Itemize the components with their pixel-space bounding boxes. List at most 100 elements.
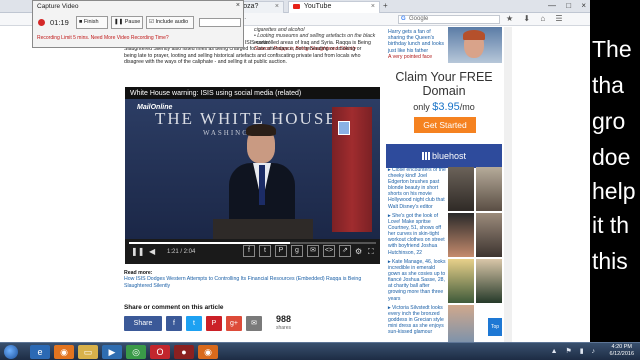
share-count: 988	[276, 314, 292, 324]
player-popout-icon[interactable]: ⇗	[339, 245, 351, 257]
minimize-button[interactable]: —	[548, 1, 556, 10]
close-window-button[interactable]: ×	[581, 1, 586, 10]
player-time: 1:21 / 2:04	[167, 249, 196, 255]
mailonline-logo: MailOnline	[137, 104, 173, 111]
player-google-icon[interactable]: g	[291, 245, 303, 257]
pause-button[interactable]: ❚❚ Pause	[111, 16, 143, 29]
capture-close-button[interactable]: ×	[236, 2, 240, 9]
overlay-text-panel: The tha gro doe help it th this	[590, 0, 640, 342]
right-column: Harry gets a fan of sharing the Queen's …	[386, 27, 502, 349]
pinterest-icon[interactable]: P	[206, 316, 222, 331]
media-icon[interactable]: ▶	[102, 345, 122, 359]
page-scrollbar[interactable]	[504, 27, 512, 342]
list-item-image[interactable]	[448, 213, 474, 257]
list-item-image[interactable]	[476, 213, 502, 257]
video-icon[interactable]: ●	[174, 345, 194, 359]
overlay-word: The	[592, 36, 632, 62]
tab-close-icon[interactable]: ×	[275, 3, 279, 10]
progress-bar[interactable]	[129, 242, 376, 244]
list-item-headline: She's got the look of Love! Make spritse…	[388, 213, 445, 256]
list-item-image[interactable]	[448, 167, 474, 211]
overlay-word: help	[592, 178, 636, 204]
taskbar: e ◉ ▭ ▶ ◎ O ● ◉ ▲ ⚑ ▮ ♪ 4:20 PM 6/12/201…	[0, 342, 640, 360]
include-audio-checkbox[interactable]: ☑ Include audio	[146, 16, 194, 29]
top-story-image[interactable]	[448, 27, 502, 63]
list-item-image[interactable]	[448, 259, 474, 303]
list-item-text: ▸ Kate Manage, 46, looks incredible in e…	[388, 259, 446, 302]
read-more-link[interactable]: How ISIS Dodges Western Attempts to Cont…	[124, 276, 361, 288]
player-facebook-icon[interactable]: f	[243, 245, 255, 257]
capture-video-window: Capture Video × 01:19 ■ Finish ❚❚ Pause …	[32, 0, 244, 48]
maximize-button[interactable]: □	[566, 1, 571, 10]
top-story[interactable]: Harry gets a fan of sharing the Queen's …	[386, 27, 502, 63]
finish-button[interactable]: ■ Finish	[76, 16, 108, 29]
recording-limit-link[interactable]: Recording Limit 5 mins. Need More Video …	[37, 35, 169, 41]
get-started-button[interactable]: Get Started	[414, 117, 476, 133]
video-player[interactable]: White House warning: ISIS using social m…	[125, 87, 380, 264]
overlay-word: tha	[592, 72, 624, 98]
google-plus-icon[interactable]: g+	[226, 316, 242, 331]
back-to-top-button[interactable]: Top	[488, 318, 502, 336]
video-frame[interactable]: MailOnline THE WHITE HOUSE WASHINGTON	[125, 99, 380, 241]
read-more: Read more: How ISIS Dodges Western Attem…	[124, 270, 378, 289]
clock-time: 4:20 PM	[611, 344, 632, 350]
clock-date: 6/12/2016	[609, 351, 634, 357]
list-item-headline: Victoria Silvstedt looks every inch the …	[388, 305, 444, 336]
overlay-word: this	[592, 248, 628, 274]
list-item[interactable]: ▸ Close encounters of the cheeky kind! J…	[386, 167, 502, 211]
player-pinterest-icon[interactable]: P	[275, 245, 287, 257]
facebook-icon[interactable]: f	[166, 316, 182, 331]
toolbar-icons[interactable]: ★ ⬇ ⌂ ☰	[506, 14, 567, 23]
list-item[interactable]: ▸ She's got the look of Love! Make sprit…	[386, 213, 502, 257]
clock[interactable]: 4:20 PM 6/12/2016	[610, 344, 634, 358]
overlay-word: gro	[592, 108, 626, 134]
video-title: White House warning: ISIS using social m…	[130, 90, 302, 97]
player-embed-icon[interactable]: <>	[323, 245, 335, 257]
email-icon[interactable]: ✉	[246, 316, 262, 331]
finish-label: Finish	[83, 19, 99, 25]
fullscreen-icon[interactable]: ⛶	[368, 247, 374, 257]
tab-label: YouTube	[303, 3, 332, 10]
google-icon: G	[401, 16, 406, 22]
ad-price-value: $3.95	[432, 101, 460, 113]
tab-youtube[interactable]: YouTube ×	[288, 1, 380, 13]
brand-name: bluehost	[432, 151, 467, 161]
window-controls: — □ ×	[540, 1, 586, 10]
settings-icon[interactable]: ⚙	[355, 247, 362, 256]
list-item-image[interactable]	[476, 259, 502, 303]
list-item-image[interactable]	[476, 167, 502, 211]
seal-icon	[338, 121, 350, 135]
capture-controls: 01:19 ■ Finish ❚❚ Pause ☑ Include audio	[36, 16, 241, 30]
chrome-icon[interactable]: ◎	[126, 345, 146, 359]
top-story-text: Harry gets a fan of sharing the Queen's …	[388, 29, 446, 60]
facebook-share-button[interactable]: Share	[124, 316, 162, 331]
list-item-text: ▸ Victoria Silvstedt looks every inch th…	[388, 305, 446, 335]
ad-price-suffix: /mo	[459, 102, 475, 112]
podium	[213, 219, 313, 241]
volume-icon[interactable]: ◀	[149, 247, 155, 256]
player-email-icon[interactable]: ✉	[307, 245, 319, 257]
search-placeholder: Google	[409, 16, 429, 22]
capture-title: Capture Video	[37, 3, 79, 10]
speaker-hair	[246, 124, 276, 136]
opera-icon[interactable]: O	[150, 345, 170, 359]
new-tab-button[interactable]: +	[383, 1, 388, 10]
tray-icons[interactable]: ▲ ⚑ ▮ ♪	[551, 347, 598, 355]
ie-icon[interactable]: e	[30, 345, 50, 359]
firefox-icon[interactable]: ◉	[54, 345, 74, 359]
twitter-icon[interactable]: t	[186, 316, 202, 331]
pause-icon[interactable]: ❚❚	[131, 247, 144, 256]
share-bar: Share f t P g+ ✉ 988 shares	[124, 314, 384, 334]
include-audio-label: Include audio	[155, 19, 189, 25]
start-button[interactable]	[4, 345, 18, 359]
list-item[interactable]: ▸ Kate Manage, 46, looks incredible in e…	[386, 259, 502, 303]
ad-banner: bluehost	[386, 144, 502, 168]
recording-time: 01:19	[50, 18, 69, 27]
ad-title: Claim Your FREE Domain	[395, 70, 493, 98]
firefox2-icon[interactable]: ◉	[198, 345, 218, 359]
search-input[interactable]: G Google	[398, 15, 500, 24]
share-count-label: shares	[276, 325, 292, 331]
tab-close-icon[interactable]: ×	[371, 3, 375, 10]
folder-icon[interactable]: ▭	[78, 345, 98, 359]
player-twitter-icon[interactable]: t	[259, 245, 271, 257]
